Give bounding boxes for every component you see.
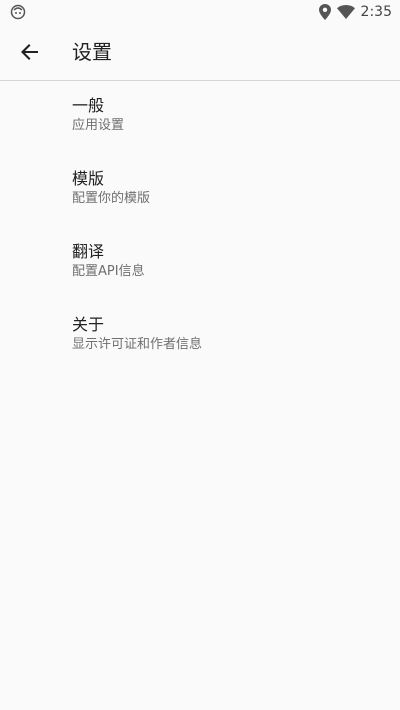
arrow-back-icon [21,44,38,60]
item-subtitle: 配置你的模版 [72,191,151,206]
settings-item-general[interactable]: 一般 应用设置 [0,81,400,154]
item-title: 关于 [72,315,105,334]
status-right: 2:35 [318,0,392,24]
app-bar: 设置 [0,24,400,81]
settings-item-templates[interactable]: 模版 配置你的模版 [0,154,400,227]
settings-item-about[interactable]: 关于 显示许可证和作者信息 [0,300,400,373]
item-subtitle: 配置API信息 [72,264,145,279]
status-bar: 2:35 [0,0,400,24]
settings-list: 一般 应用设置 模版 配置你的模版 翻译 配置API信息 关于 显示许可证和作者… [0,81,400,373]
item-subtitle: 应用设置 [72,118,125,133]
status-time: 2:35 [360,4,392,20]
settings-item-translation[interactable]: 翻译 配置API信息 [0,227,400,300]
location-icon [318,4,331,20]
item-title: 翻译 [72,242,105,261]
app-notification-icon [10,4,26,20]
item-title: 一般 [72,96,105,115]
back-button[interactable] [10,32,50,72]
item-title: 模版 [72,169,105,188]
wifi-icon [336,5,355,19]
item-subtitle: 显示许可证和作者信息 [72,337,203,352]
page-title: 设置 [72,40,112,64]
